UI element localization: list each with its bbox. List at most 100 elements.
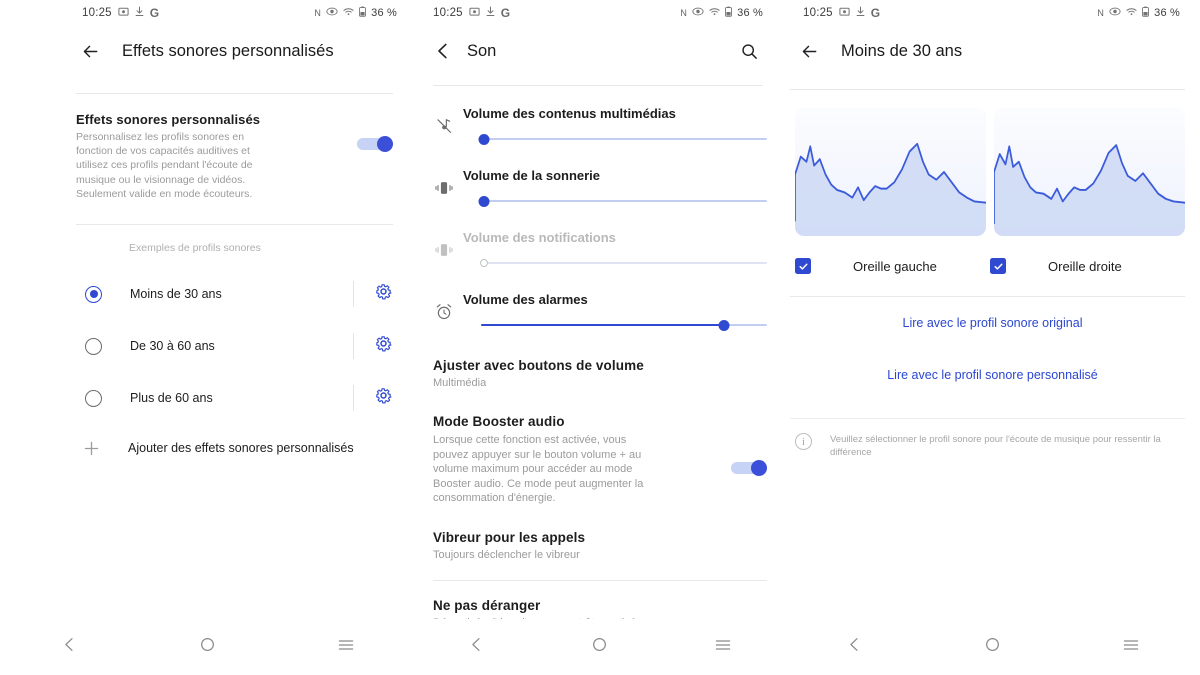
list-item-call-vibration[interactable]: Vibreur pour les appels Toujours déclenc… — [433, 530, 767, 562]
nav-recents-icon[interactable] — [714, 636, 732, 659]
chevron-back-icon[interactable] — [429, 37, 457, 65]
checkbox-label: Oreille droite — [1048, 258, 1122, 274]
gear-icon[interactable] — [374, 386, 393, 410]
divider — [433, 579, 767, 581]
checkbox-box[interactable] — [990, 258, 1006, 274]
battery-icon — [725, 6, 733, 20]
divider — [76, 224, 393, 226]
feature-toggle[interactable] — [357, 136, 393, 152]
feature-block[interactable]: Effets sonores personnalisés Personnalis… — [0, 94, 415, 201]
search-icon[interactable] — [735, 37, 763, 65]
panel-sound-settings: 10:25 G N 36 % Son Volume des contenus m… — [415, 0, 785, 675]
checkbox-label: Oreille gauche — [853, 258, 937, 274]
list-item-volume-buttons[interactable]: Ajuster avec boutons de volume Multimédi… — [433, 358, 767, 390]
slider-alarm-volume[interactable]: Volume des alarmes — [429, 292, 767, 332]
vibrate-icon — [429, 178, 459, 198]
download-icon — [486, 6, 495, 20]
status-bar: 10:25 G N 36 % — [0, 0, 415, 26]
info-note: i Veuillez sélectionner le profil sonore… — [795, 433, 1182, 459]
radio-profile-0[interactable] — [85, 285, 102, 303]
slider-media-volume[interactable]: Volume des contenus multimédias — [429, 106, 767, 146]
slider-label: Volume de la sonnerie — [463, 168, 601, 183]
slider-control[interactable] — [478, 194, 767, 208]
list-item-profile[interactable]: De 30 à 60 ans — [0, 320, 415, 372]
list-item-profile[interactable]: Plus de 60 ans — [0, 372, 415, 424]
item-title: Ajuster avec boutons de volume — [433, 358, 644, 373]
radio-profile-1[interactable] — [85, 337, 102, 355]
add-custom-effect-label: Ajouter des effets sonores personnalisés — [128, 441, 354, 456]
screenshot-stage: 10:25 G N 36 % Effets sonores personnali… — [0, 0, 1200, 675]
download-icon — [135, 6, 144, 20]
slider-thumb[interactable] — [718, 319, 730, 331]
status-bar: 10:25 G N 36 % — [785, 0, 1200, 26]
gear-icon[interactable] — [374, 282, 393, 306]
radio-profile-2[interactable] — [85, 389, 102, 407]
nav-home-icon[interactable] — [591, 636, 608, 658]
wifi-icon — [343, 7, 354, 19]
eye-icon — [692, 7, 704, 19]
nav-back-icon[interactable] — [846, 636, 863, 658]
add-custom-effect-row[interactable]: Ajouter des effets sonores personnalisés — [0, 424, 415, 472]
list-item-profile[interactable]: Moins de 30 ans — [0, 268, 415, 320]
nav-recents-icon[interactable] — [1122, 636, 1140, 659]
section-label-profiles: Exemples de profils sonores — [129, 242, 261, 255]
battery-percent: 36 % — [1154, 7, 1180, 19]
sound-options-list: Ajuster avec boutons de volume Multimédi… — [415, 358, 785, 562]
chart-right-ear — [994, 108, 1185, 236]
google-icon: G — [870, 6, 881, 20]
arrow-back-icon[interactable] — [76, 37, 104, 65]
feature-title: Effets sonores personnalisés — [76, 112, 261, 127]
slider-track — [481, 138, 767, 140]
toggle-knob — [751, 460, 767, 477]
nfc-icon: N — [1097, 8, 1105, 18]
alarm-icon — [429, 302, 459, 322]
page-title: Effets sonores personnalisés — [122, 41, 334, 60]
list-item-audio-booster[interactable]: Mode Booster audio Lorsque cette fonctio… — [433, 414, 767, 506]
android-nav-bar — [0, 619, 415, 675]
google-icon: G — [500, 6, 511, 20]
audio-booster-toggle[interactable] — [731, 460, 767, 477]
screenshot-icon — [839, 6, 850, 20]
vibrate-icon — [429, 240, 459, 260]
link-label: Lire avec le profil sonore personnalisé — [887, 368, 1098, 382]
nav-home-icon[interactable] — [984, 636, 1001, 658]
checkbox-right-ear[interactable]: Oreille droite — [990, 258, 1185, 274]
slider-ringtone-volume[interactable]: Volume de la sonnerie — [429, 168, 767, 208]
app-bar: Moins de 30 ans — [785, 26, 1200, 76]
battery-icon — [1142, 6, 1150, 20]
arrow-back-icon[interactable] — [795, 37, 823, 65]
divider — [790, 418, 1185, 419]
link-label: Lire avec le profil sonore original — [902, 316, 1083, 330]
item-subtitle: Lorsque cette fonction est activée, vous… — [433, 434, 644, 505]
slider-label: Volume des alarmes — [463, 292, 588, 307]
slider-thumb[interactable] — [478, 133, 490, 145]
battery-percent: 36 % — [371, 7, 397, 19]
play-custom-profile-link[interactable]: Lire avec le profil sonore personnalisé — [785, 349, 1200, 401]
panel-custom-sound-effects: 10:25 G N 36 % Effets sonores personnali… — [0, 0, 415, 675]
slider-control[interactable] — [481, 318, 767, 332]
feature-description: Personnalisez les profils sonores en fon… — [76, 131, 253, 200]
item-title: Vibreur pour les appels — [433, 529, 586, 545]
nav-recents-icon[interactable] — [337, 636, 355, 659]
slider-thumb[interactable] — [478, 195, 490, 207]
plus-icon — [80, 440, 102, 457]
checkbox-box[interactable] — [795, 258, 811, 274]
android-nav-bar — [785, 619, 1200, 675]
item-title: Ne pas déranger — [433, 597, 541, 613]
nfc-icon: N — [680, 8, 688, 18]
info-icon: i — [795, 433, 812, 450]
gear-icon[interactable] — [374, 334, 393, 358]
chart-left-ear — [795, 108, 986, 236]
google-icon: G — [149, 6, 160, 20]
checkbox-left-ear[interactable]: Oreille gauche — [795, 258, 990, 274]
nav-back-icon[interactable] — [61, 636, 78, 658]
toggle-knob — [377, 136, 393, 152]
divider — [790, 89, 1185, 90]
nav-back-icon[interactable] — [468, 636, 485, 658]
play-original-profile-link[interactable]: Lire avec le profil sonore original — [785, 297, 1200, 349]
screenshot-icon — [118, 6, 129, 20]
slider-control[interactable] — [478, 132, 767, 146]
battery-percent: 36 % — [737, 7, 763, 19]
battery-icon — [359, 6, 367, 20]
nav-home-icon[interactable] — [199, 636, 216, 658]
